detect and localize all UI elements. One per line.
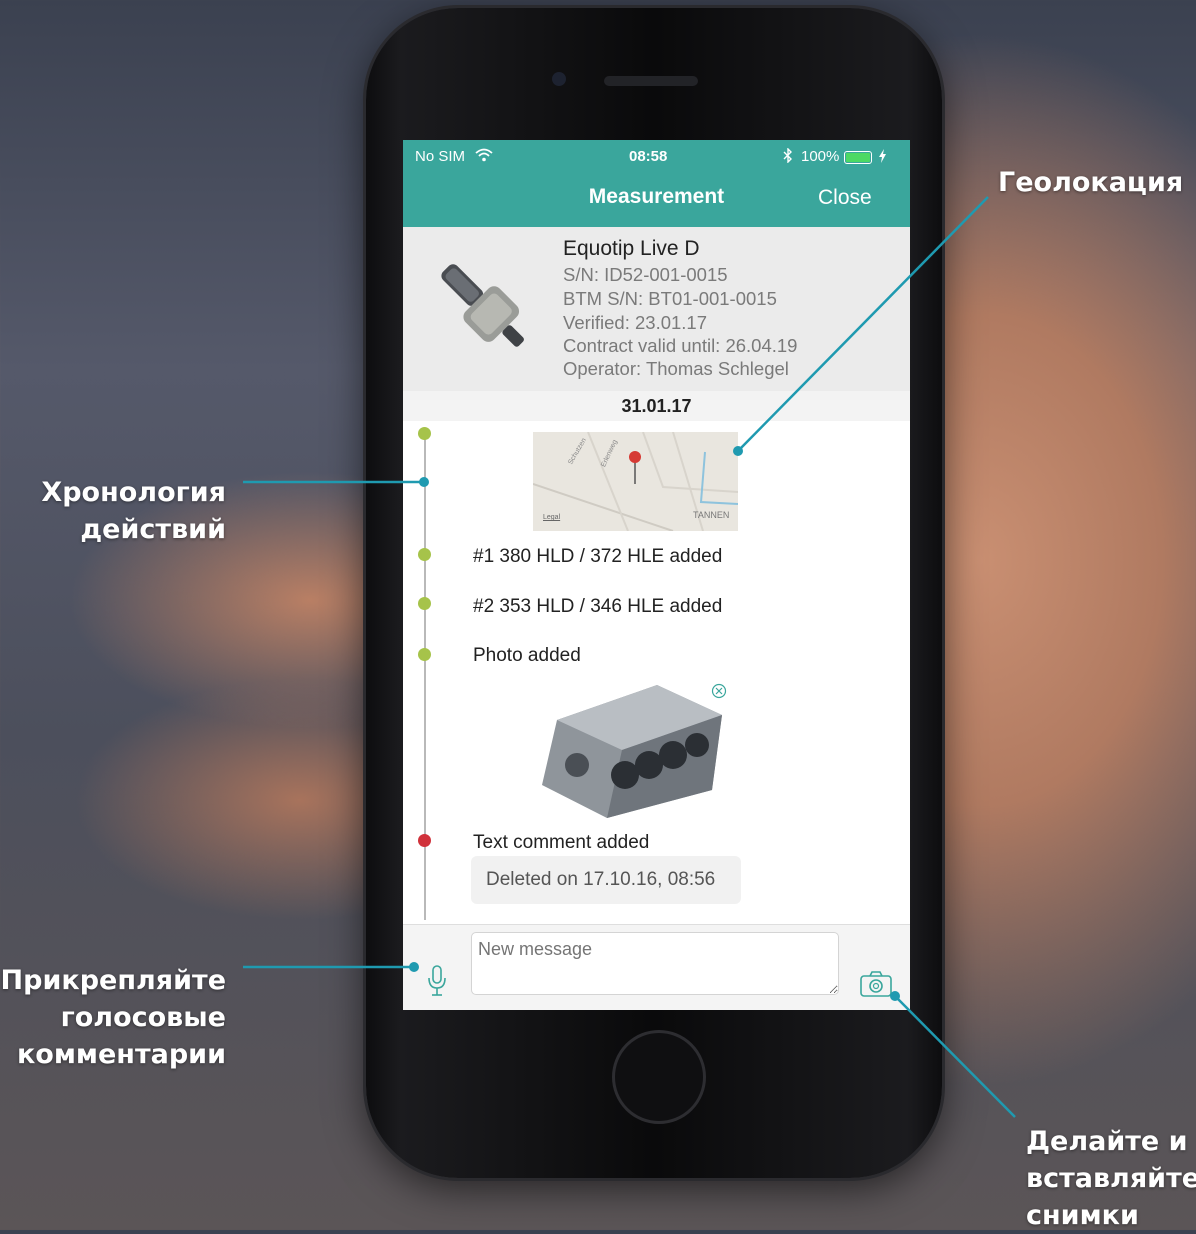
annotation-photo: Делайте и вставляйте снимки [1026,1123,1196,1234]
annotation-timeline-line2: действий [80,514,226,545]
annotation-timeline-line1: Хронология [41,477,226,508]
annotation-voice: Прикрепляйте голосовые комментарии [1,962,226,1073]
annotation-timeline: Хронология действий [41,474,226,548]
annotation-photo-line2: вставляйте [1026,1163,1196,1194]
callout-line-geolocation [737,196,989,452]
callout-dot-timeline [419,477,429,487]
callout-dot-photo [890,991,900,1001]
annotation-voice-line3: комментарии [16,1039,226,1070]
annotation-voice-line1: Прикрепляйте [0,965,226,996]
annotation-photo-line3: снимки [1026,1200,1139,1231]
callout-dot-geolocation [733,446,743,456]
annotation-geolocation: Геолокация [998,167,1184,198]
annotation-photo-line1: Делайте и [1026,1126,1188,1157]
callout-line-photo [894,995,1016,1118]
callout-dot-voice [409,962,419,972]
annotation-voice-line2: голосовые [60,1002,226,1033]
